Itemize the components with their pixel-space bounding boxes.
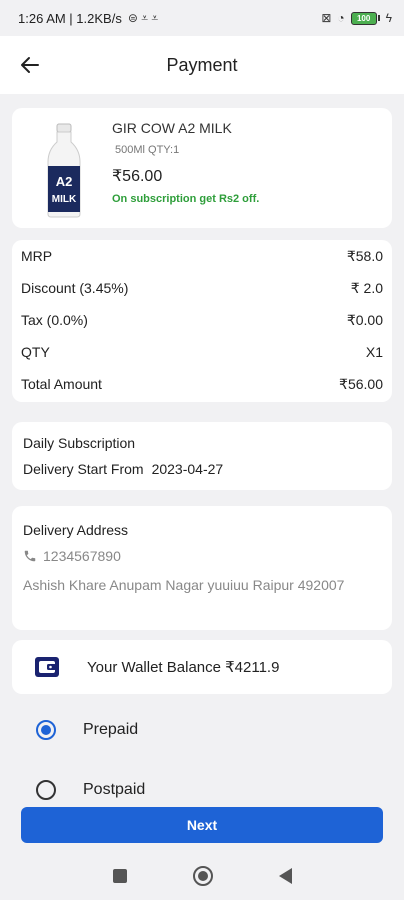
summary-row-total: Total Amount ₹56.00 xyxy=(21,376,383,393)
summary-value: ₹58.0 xyxy=(346,248,383,264)
address-card: Delivery Address 1234567890 Ashish Khare… xyxy=(12,506,392,630)
summary-row-mrp: MRP ₹58.0 xyxy=(21,248,383,265)
subscription-card: Daily Subscription Delivery Start From 20… xyxy=(12,422,392,490)
status-bar: 1:26 AM | 1.2KB/s ⊜ ⩡ ⩡ ⊠ ◔ 100 ϟ xyxy=(0,0,404,36)
notification-icons: ⊜ ⩡ ⩡ xyxy=(127,10,159,25)
phone-number: 1234567890 xyxy=(43,548,121,564)
bottle-label-a2: A2 xyxy=(56,174,73,189)
payment-option-postpaid[interactable]: Postpaid xyxy=(36,780,145,800)
product-card: A2 MILK GIR COW A2 MILK 500Ml QTY:1 ₹56.… xyxy=(12,108,392,228)
subscription-type: Daily Subscription xyxy=(23,435,136,451)
summary-value: ₹56.00 xyxy=(339,376,383,392)
charging-icon: ϟ xyxy=(385,11,392,25)
battery-icon: 100 xyxy=(350,11,380,25)
milk-bottle-image: A2 MILK xyxy=(47,123,81,218)
page-title: Payment xyxy=(166,54,238,75)
summary-value: ₹0.00 xyxy=(346,312,383,328)
product-price: ₹56.00 xyxy=(112,168,163,185)
status-right: ⊠ ◔ 100 ϟ xyxy=(321,11,392,25)
radio-postpaid[interactable] xyxy=(36,780,56,800)
delivery-start-date: 2023-04-27 xyxy=(151,461,224,477)
recent-apps-icon[interactable] xyxy=(112,869,127,883)
phone-icon xyxy=(24,550,36,562)
postpaid-label: Postpaid xyxy=(83,781,146,798)
bottle-label-milk: MILK xyxy=(52,194,77,205)
status-time: 1:26 AM | 1.2KB/s xyxy=(18,10,122,26)
app-bar: Payment xyxy=(0,36,404,94)
summary-label: Total Amount xyxy=(21,376,102,392)
wallet-card: Your Wallet Balance ₹4211.9 xyxy=(12,640,392,694)
prepaid-label: Prepaid xyxy=(83,721,139,738)
home-icon[interactable] xyxy=(192,866,213,886)
sim-icon: ⊠ xyxy=(321,11,332,25)
summary-row-discount: Discount (3.45%) ₹ 2.0 xyxy=(21,280,383,297)
subscription-promo: On subscription get Rs2 off. xyxy=(112,193,260,205)
delivery-start: Delivery Start From 2023-04-27 xyxy=(23,461,223,477)
summary-row-qty: QTY X1 xyxy=(21,344,383,360)
delivery-start-label: Delivery Start From xyxy=(23,461,144,477)
price-summary: MRP ₹58.0 Discount (3.45%) ₹ 2.0 Tax (0.… xyxy=(12,240,392,402)
summary-value: X1 xyxy=(365,344,383,360)
summary-value: ₹ 2.0 xyxy=(350,280,383,296)
summary-label: QTY xyxy=(21,344,50,360)
payment-option-prepaid[interactable]: Prepaid xyxy=(36,720,138,740)
address-heading: Delivery Address xyxy=(23,522,129,538)
radio-prepaid[interactable] xyxy=(36,720,56,740)
wallet-balance: Your Wallet Balance ₹4211.9 xyxy=(87,659,280,676)
status-left: 1:26 AM | 1.2KB/s ⊜ ⩡ ⩡ xyxy=(18,11,321,26)
phone-row: 1234567890 xyxy=(23,548,121,564)
system-nav-bar xyxy=(0,852,404,900)
battery-level: 100 xyxy=(350,11,377,25)
product-name: GIR COW A2 MILK xyxy=(112,120,232,136)
next-button[interactable]: Next xyxy=(21,807,383,843)
wifi-icon: ◔ xyxy=(337,11,345,25)
system-back-icon[interactable] xyxy=(278,868,292,884)
address-text: Ashish Khare Anupam Nagar yuuiuu Raipur … xyxy=(23,577,345,593)
summary-label: Tax (0.0%) xyxy=(21,312,88,328)
summary-label: Discount (3.45%) xyxy=(21,280,129,296)
product-qty: 500Ml QTY:1 xyxy=(115,144,180,156)
wallet-icon xyxy=(35,657,59,677)
back-arrow-icon[interactable] xyxy=(18,53,42,77)
summary-row-tax: Tax (0.0%) ₹0.00 xyxy=(21,312,383,329)
summary-label: MRP xyxy=(21,248,53,264)
